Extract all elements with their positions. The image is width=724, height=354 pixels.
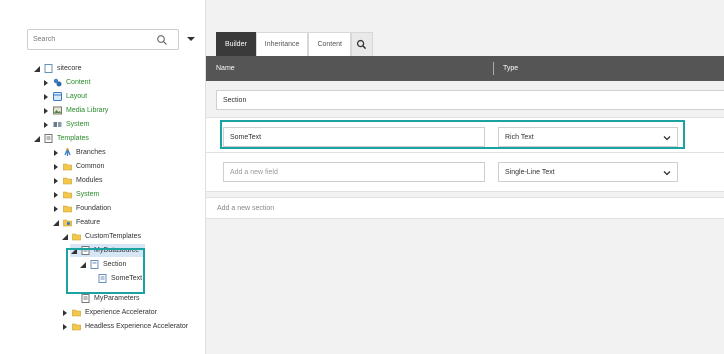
- search-icon: [357, 39, 367, 50]
- collapsed-arrow-icon[interactable]: [61, 309, 69, 317]
- tree-item-label: Layout: [66, 93, 88, 100]
- tree-item-common[interactable]: Common: [52, 160, 104, 173]
- editor-tabs: Builder Inheritance Content: [216, 32, 373, 56]
- column-divider: [493, 62, 494, 75]
- tree-item-label: Templates: [57, 135, 89, 142]
- search-box: [27, 29, 196, 51]
- template-builder-panel: Builder Inheritance Content Name Type Se…: [206, 0, 724, 354]
- tree-item-label: System: [76, 191, 100, 198]
- collapsed-arrow-icon[interactable]: [52, 149, 60, 157]
- section-name-input[interactable]: Section: [216, 90, 724, 110]
- field-row: Add a new field Single-Line Text: [206, 152, 724, 192]
- folder-icon: [72, 308, 81, 317]
- tree-item-label: sitecore: [57, 65, 82, 72]
- tree-item-customtemplates[interactable]: CustomTemplates: [61, 230, 141, 243]
- tree-item-label: Modules: [76, 177, 103, 184]
- tab-inheritance[interactable]: Inheritance: [255, 32, 309, 56]
- tree-item-templates[interactable]: Templates: [33, 132, 89, 145]
- field-type-value: Single-Line Text: [505, 168, 555, 176]
- folder-icon: [72, 232, 81, 241]
- tree-item-content[interactable]: Content: [42, 76, 91, 89]
- field-highlight-box: [220, 120, 685, 149]
- content-tree-panel: sitecore Content Layout Media Library Sy…: [0, 0, 206, 354]
- tree-item-label: Experience Accelerator: [85, 309, 157, 316]
- chevron-down-icon: [663, 171, 671, 176]
- tree-item-experience-accelerator[interactable]: Experience Accelerator: [61, 306, 157, 319]
- tree-item-sitecore[interactable]: sitecore: [33, 62, 82, 75]
- system-icon: [53, 120, 62, 129]
- tree-item-label: Content: [66, 79, 91, 86]
- tree-item-label: MyParameters: [94, 295, 140, 302]
- type-column-header: Type: [503, 65, 519, 72]
- expanded-arrow-icon[interactable]: [33, 135, 41, 143]
- folder-icon: [63, 162, 72, 171]
- search-icon[interactable]: [156, 34, 168, 46]
- media-library-icon: [53, 106, 62, 115]
- field-type-select[interactable]: Single-Line Text: [498, 162, 678, 182]
- tree-item-modules[interactable]: Modules: [52, 174, 102, 187]
- tree-item-label: System: [66, 121, 90, 128]
- template-icon: [81, 294, 90, 303]
- layout-icon: [53, 92, 62, 101]
- collapsed-arrow-icon[interactable]: [42, 79, 50, 87]
- feature-folder-icon: [63, 218, 72, 227]
- tree-item-label: Common: [76, 163, 105, 170]
- tree-item-label: Headless Experience Accelerator: [85, 323, 189, 330]
- tree-item-label: Foundation: [76, 205, 112, 212]
- collapsed-arrow-icon[interactable]: [52, 205, 60, 213]
- tree-item-foundation[interactable]: Foundation: [52, 202, 111, 215]
- tree-item-system[interactable]: System: [42, 118, 89, 131]
- tree-item-headless-experience-accelerator[interactable]: Headless Experience Accelerator: [61, 320, 188, 333]
- collapsed-arrow-icon[interactable]: [42, 121, 50, 129]
- name-column-header: Name: [216, 65, 235, 72]
- tab-search-button[interactable]: [350, 32, 373, 56]
- expanded-arrow-icon[interactable]: [33, 65, 41, 73]
- collapsed-arrow-icon[interactable]: [42, 93, 50, 101]
- expanded-arrow-icon[interactable]: [52, 219, 60, 227]
- folder-icon: [63, 176, 72, 185]
- collapsed-arrow-icon[interactable]: [61, 323, 69, 331]
- tree-item-label: Feature: [76, 219, 101, 226]
- tree-item-templates-system[interactable]: System: [52, 188, 99, 201]
- tree-item-label: Media Library: [66, 107, 109, 114]
- tab-builder[interactable]: Builder: [216, 32, 256, 56]
- templates-icon: [44, 134, 53, 143]
- tree-item-media-library[interactable]: Media Library: [42, 104, 108, 117]
- chevron-down-icon[interactable]: [186, 34, 196, 44]
- content-icon: [53, 78, 62, 87]
- expanded-arrow-icon[interactable]: [61, 233, 69, 241]
- tree-item-layout[interactable]: Layout: [42, 90, 87, 103]
- collapsed-arrow-icon[interactable]: [52, 177, 60, 185]
- tree-item-label: Branches: [76, 149, 106, 156]
- page-icon: [44, 64, 53, 73]
- collapsed-arrow-icon[interactable]: [42, 107, 50, 115]
- collapsed-arrow-icon[interactable]: [52, 163, 60, 171]
- tree-item-branches[interactable]: Branches: [52, 146, 106, 159]
- folder-icon: [63, 190, 72, 199]
- folder-icon: [63, 204, 72, 213]
- tab-content[interactable]: Content: [308, 32, 351, 56]
- tree-item-feature[interactable]: Feature: [52, 216, 100, 229]
- new-field-input[interactable]: Add a new field: [223, 162, 485, 182]
- tree-highlight-box: [66, 248, 145, 294]
- collapsed-arrow-icon[interactable]: [52, 191, 60, 199]
- tree-item-label: CustomTemplates: [85, 233, 142, 240]
- folder-icon: [72, 322, 81, 331]
- branches-icon: [63, 148, 72, 157]
- fields-header: Name Type: [206, 56, 724, 81]
- add-section-input[interactable]: Add a new section: [206, 197, 724, 219]
